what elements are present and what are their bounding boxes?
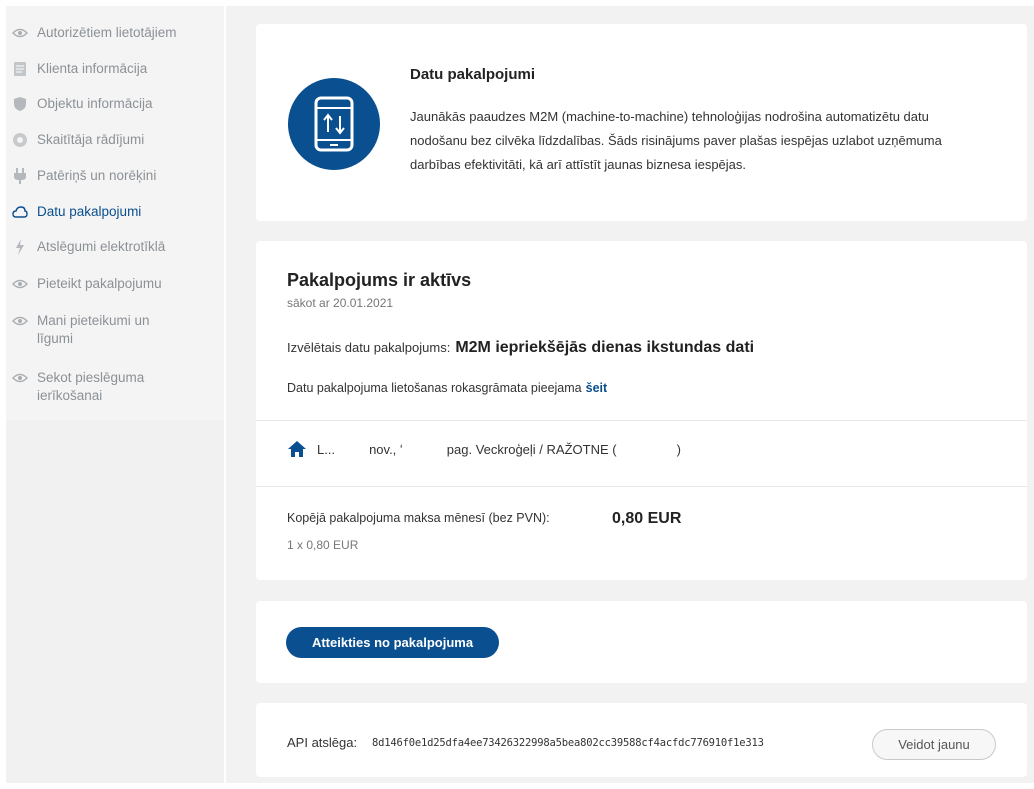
shield-icon — [12, 96, 28, 112]
sidebar-item-power-outages[interactable]: Atslēgumi elektrotīklā — [12, 238, 212, 256]
service-title: Datu pakalpojumi — [410, 66, 536, 83]
sidebar-item-request-service[interactable]: Pieteikt pakalpojumu — [12, 275, 212, 293]
selected-service-label: Izvēlētais datu pakalpojums: — [287, 340, 451, 355]
plug-icon — [12, 168, 28, 184]
price-breakdown: 1 x 0,80 EUR — [287, 538, 359, 552]
address-row: L... nov., ʻ pag. Veckroģeļi / RAŽOTNE (… — [287, 440, 681, 458]
sidebar-item-consumption-billing[interactable]: Patēriņš un norēķini — [12, 167, 212, 185]
eye-icon — [12, 370, 28, 386]
total-price-value: 0,80 EUR — [612, 510, 682, 527]
status-title: Pakalpojums ir aktīvs — [287, 270, 472, 290]
sidebar-lower-area — [6, 420, 224, 783]
address-part-3: pag. Veckroģeļi / RAŽOTNE ( — [446, 441, 617, 457]
service-description: Jaunākās paaudzes M2M (machine-to-machin… — [410, 109, 942, 172]
sidebar-item-label: Mani pieteikumi un līgumi — [37, 313, 150, 346]
address-part-4: ) — [676, 441, 681, 457]
cancel-service-button[interactable]: Atteikties no pakalpojuma — [286, 627, 499, 658]
document-icon — [12, 61, 28, 77]
manual-link[interactable]: šeit — [586, 381, 608, 395]
divider — [256, 486, 1027, 487]
address-part-1: L... — [317, 441, 336, 457]
status-start-date: sākot ar 20.01.2021 — [287, 296, 394, 310]
sidebar-item-data-services[interactable]: Datu pakalpojumi — [12, 203, 212, 221]
sidebar-item-track-connection[interactable]: Sekot pieslēguma ierīkošanai — [12, 369, 182, 405]
sidebar-item-label: Objektu informācija — [37, 96, 153, 111]
address-part-2: nov., ʻ — [369, 441, 403, 457]
manual-row: Datu pakalpojuma lietošanas rokasgrāmata… — [287, 381, 607, 395]
lightning-icon — [12, 239, 28, 255]
eye-icon — [12, 25, 28, 41]
sidebar-item-label: Pieteikt pakalpojumu — [37, 276, 162, 291]
divider — [256, 420, 1027, 421]
cloud-icon — [12, 204, 28, 220]
sidebar-item-label: Patēriņš un norēķini — [37, 168, 157, 183]
sidebar-item-my-requests[interactable]: Mani pieteikumi un līgumi — [12, 312, 182, 348]
total-price-label: Kopējā pakalpojuma maksa mēnesī (bez PVN… — [287, 511, 550, 525]
sidebar-item-label: Klienta informācija — [37, 61, 148, 76]
manual-text: Datu pakalpojuma lietošanas rokasgrāmata… — [287, 381, 582, 395]
create-new-key-button[interactable]: Veidot jaunu — [872, 729, 996, 760]
sidebar-item-authorized-users[interactable]: Autorizētiem lietotājiem — [12, 24, 212, 42]
sidebar-item-label: Autorizētiem lietotājiem — [37, 25, 177, 40]
api-key-label: API atslēga: — [287, 735, 358, 750]
meter-icon — [12, 132, 28, 148]
api-key-value: 8d146f0e1d25dfa4ee73426322998a5bea802cc3… — [372, 737, 764, 749]
sidebar-item-object-info[interactable]: Objektu informācija — [12, 95, 212, 113]
eye-icon — [12, 313, 28, 329]
eye-icon — [12, 276, 28, 292]
selected-service-name: M2M iepriekšējās dienas ikstundas dati — [455, 339, 755, 356]
service-status-card — [256, 241, 1027, 580]
sidebar-item-label: Skaitītāja rādījumi — [37, 132, 145, 147]
sidebar-item-label: Sekot pieslēguma ierīkošanai — [37, 370, 145, 403]
sidebar-item-meter-readings[interactable]: Skaitītāja rādījumi — [12, 131, 212, 149]
selected-service-row: Izvēlētais datu pakalpojums: M2M iepriek… — [287, 339, 754, 357]
home-icon — [287, 440, 307, 458]
sidebar-item-label: Datu pakalpojumi — [37, 204, 142, 219]
sidebar-item-label: Atslēgumi elektrotīklā — [37, 239, 166, 254]
tablet-data-transfer-icon — [288, 78, 380, 170]
sidebar-item-client-info[interactable]: Klienta informācija — [12, 60, 212, 78]
